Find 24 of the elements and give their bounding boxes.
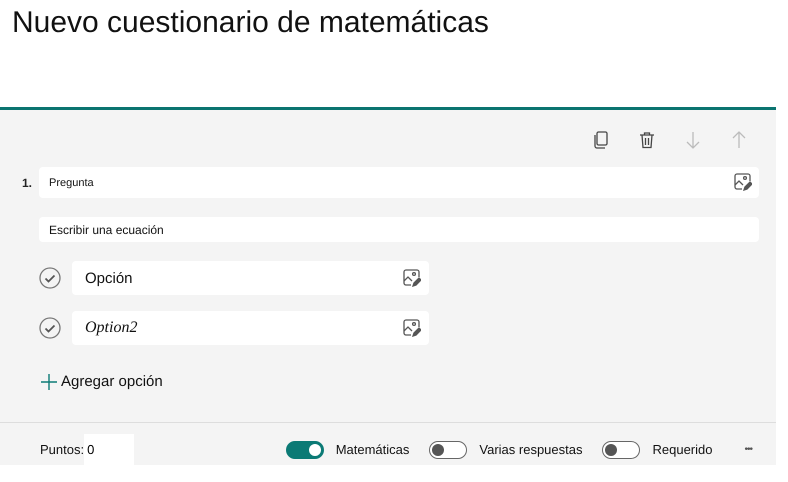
points-label: Puntos: (40, 442, 84, 457)
question-number: 1. (22, 176, 34, 190)
add-option-button[interactable]: Agregar opción (41, 373, 163, 390)
equation-field[interactable]: Escribir una ecuación (39, 217, 759, 242)
toggle-label: Matemáticas (336, 442, 410, 457)
option-field[interactable]: Option2 (72, 311, 429, 345)
more-options-button[interactable]: ••• (740, 444, 756, 455)
plus-icon (41, 374, 57, 390)
insert-image-icon[interactable] (403, 269, 421, 287)
toggle-switch[interactable] (429, 440, 468, 458)
option-text: Option2 (85, 319, 138, 337)
question-field[interactable]: Pregunta (39, 167, 759, 198)
toggle-label: Varias respuestas (479, 442, 582, 457)
toggle-switch[interactable] (602, 440, 640, 458)
option-text: Opción (85, 270, 133, 286)
check-circle-icon[interactable] (39, 317, 61, 339)
insert-image-icon[interactable] (403, 319, 421, 337)
points-field[interactable]: 0 (84, 434, 134, 465)
toggle-switch[interactable] (286, 440, 324, 458)
check-circle-icon[interactable] (39, 267, 61, 289)
option-field[interactable]: Opción (72, 261, 429, 295)
toggle-label: Requerido (652, 442, 712, 457)
form-title: Nuevo cuestionario de matemáticas (11, 5, 490, 41)
insert-image-icon[interactable] (734, 173, 752, 191)
